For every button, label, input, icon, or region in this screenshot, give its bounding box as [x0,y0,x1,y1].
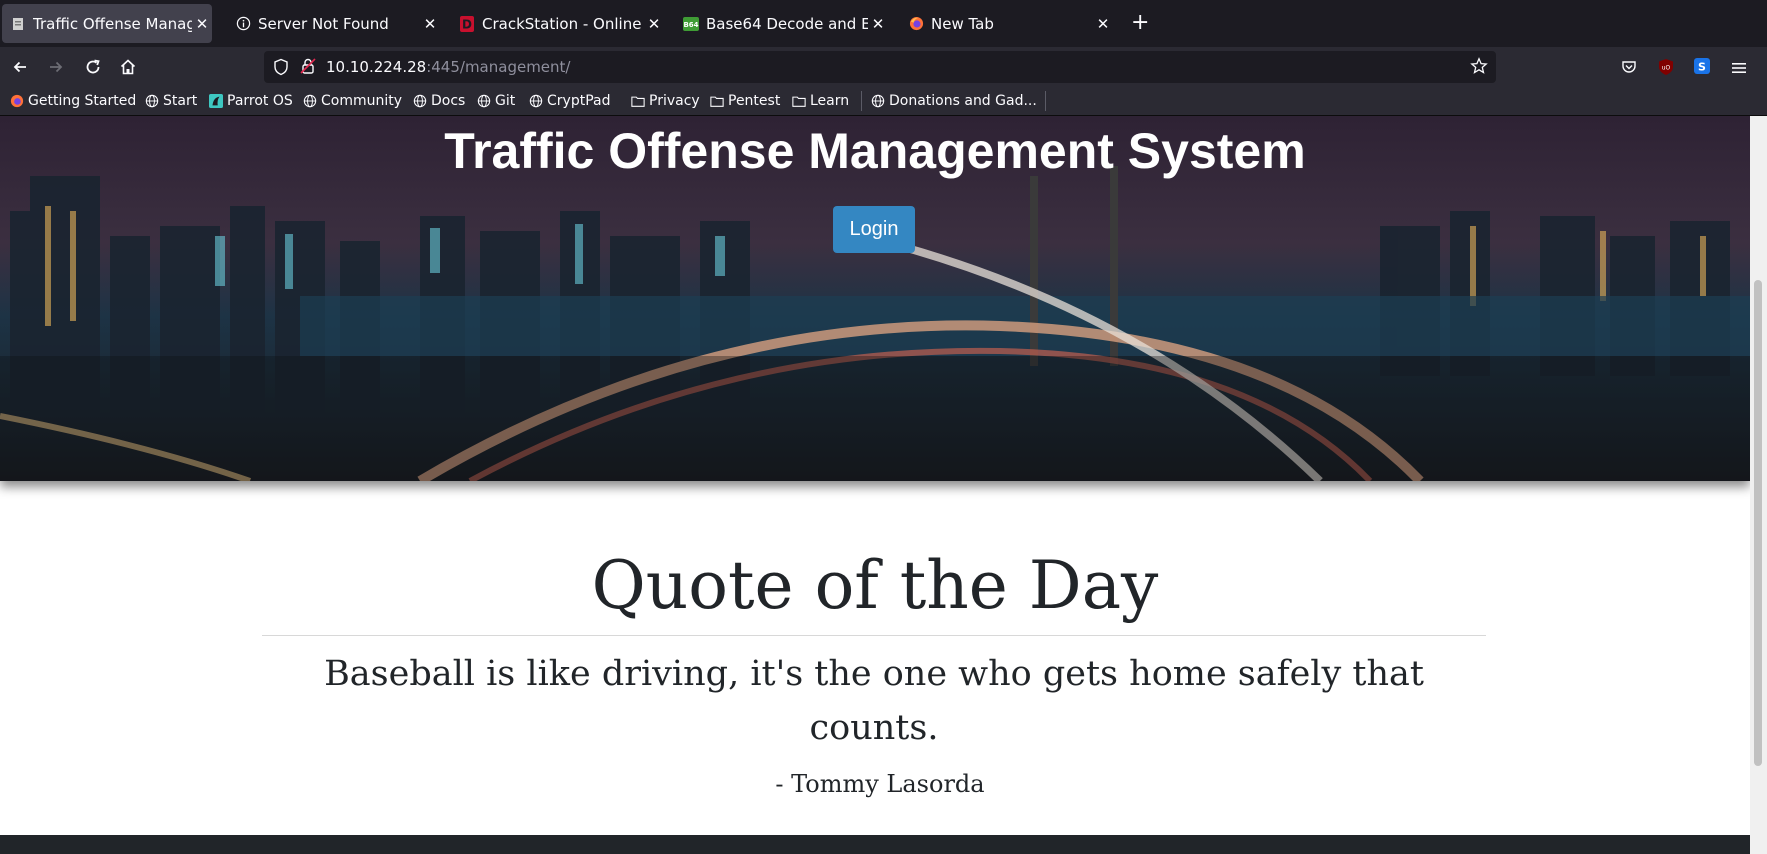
bookmark-label: Privacy [649,93,700,109]
tab-title: Server Not Found [258,14,389,33]
bookmark-folder-pentest[interactable]: Pentest [710,91,780,111]
firefox-icon [10,94,24,108]
bookmark-community[interactable]: Community [303,91,402,111]
crackstation-favicon-icon: D [459,15,475,32]
bookmarks-toolbar: Getting Started Start Parrot OS Communit… [0,87,1767,116]
tab-title: New Tab [931,14,994,33]
bookmark-git[interactable]: Git [477,91,515,111]
tab-title: Base64 Decode and Enc [706,14,868,33]
globe-icon [477,94,491,108]
home-button[interactable] [116,55,140,79]
globe-icon [145,94,159,108]
home-icon [120,59,136,75]
url-host: 10.10.224.28 [326,58,427,76]
tab-server-not-found[interactable]: Server Not Found ✕ [227,4,440,43]
close-tab-icon[interactable]: ✕ [1093,15,1113,33]
svg-text:B64: B64 [683,21,698,29]
close-tab-icon[interactable]: ✕ [420,15,440,33]
close-tab-icon[interactable]: ✕ [192,15,212,33]
bookmark-docs[interactable]: Docs [413,91,465,111]
globe-icon [871,94,885,108]
bookmark-cryptpad[interactable]: CryptPad [529,91,610,111]
page-title: Traffic Offense Management System [444,123,1306,179]
back-button[interactable] [8,55,32,79]
bookmark-label: Community [321,93,403,109]
bookmark-donations[interactable]: Donations and Gad... [871,91,1037,111]
divider [262,635,1486,636]
bookmark-parrot-os[interactable]: Parrot OS [209,91,293,111]
login-button[interactable]: Login [833,206,915,253]
bookmark-folder-privacy[interactable]: Privacy [631,91,700,111]
quote-heading: Quote of the Day [591,547,1159,624]
bookmark-label: Docs [431,93,466,109]
reload-icon [86,59,100,74]
svg-text:D: D [462,17,472,31]
tab-new-tab[interactable]: New Tab ✕ [900,4,1113,43]
forward-button[interactable] [44,55,68,79]
globe-icon [529,94,543,108]
reload-button[interactable] [81,55,105,79]
quote-text: Baseball is like driving, it's the one w… [324,654,1424,748]
bookmark-label: Parrot OS [227,93,293,109]
bookmark-label: Git [495,93,516,109]
bookmark-label: CryptPad [547,93,611,109]
folder-icon [792,94,806,108]
bookmark-label: Learn [810,93,850,109]
tab-traffic-offense[interactable]: Traffic Offense Managem ✕ [2,4,212,43]
bookmark-folder-learn[interactable]: Learn [792,91,849,111]
parrot-icon [209,94,223,108]
info-icon [235,16,251,32]
bookmark-label: Getting Started [28,93,137,109]
folder-icon [631,94,645,108]
shield-icon[interactable] [273,58,289,80]
tab-title: Traffic Offense Managem [33,14,192,33]
bookmark-getting-started[interactable]: Getting Started [10,91,136,111]
quote-author: - Tommy Lasorda [775,770,985,798]
web-page: Traffic Offense Management System Login … [0,116,1750,854]
globe-icon [413,94,427,108]
bookmark-start[interactable]: Start [145,91,197,111]
new-tab-button[interactable]: + [1131,12,1149,34]
hero-banner: Traffic Offense Management System Login [0,116,1750,481]
ublock-origin-icon[interactable]: uO [1658,58,1674,80]
bookmark-label: Start [163,93,198,109]
back-arrow-icon [13,61,26,73]
bookmark-separator [861,91,862,111]
scrollbar-thumb[interactable] [1754,280,1762,766]
tab-strip: Traffic Offense Managem ✕ Server Not Fou… [0,0,1767,47]
globe-icon [303,94,317,108]
svg-text:S: S [1698,61,1706,74]
navigation-toolbar: 10.10.224.28:445/management/ uO S [0,47,1767,87]
bookmark-label: Donations and Gad... [889,93,1037,109]
tab-crackstation[interactable]: D CrackStation - Online Pas ✕ [451,4,664,43]
pocket-icon[interactable] [1621,59,1637,79]
extension-s-icon[interactable]: S [1694,58,1710,78]
bookmark-star-icon[interactable] [1470,57,1488,79]
document-favicon-icon [10,16,26,32]
forward-arrow-icon [50,61,63,73]
page-footer [0,835,1750,854]
url-text[interactable]: 10.10.224.28:445/management/ [326,58,570,76]
tab-title: CrackStation - Online Pas [482,14,644,33]
url-bar[interactable]: 10.10.224.28:445/management/ [264,51,1496,83]
close-tab-icon[interactable]: ✕ [868,15,888,33]
url-path: :445/management/ [426,58,571,76]
bookmark-separator [1045,91,1046,111]
close-tab-icon[interactable]: ✕ [644,15,664,33]
insecure-lock-icon[interactable] [300,57,316,79]
bookmark-label: Pentest [728,93,781,109]
firefox-icon [908,16,924,32]
page-scrollbar[interactable] [1750,116,1767,854]
svg-text:uO: uO [1662,65,1671,72]
base64-favicon-icon: B64 [683,16,699,32]
tab-base64[interactable]: B64 Base64 Decode and Enc ✕ [675,4,888,43]
folder-icon [710,94,724,108]
menu-hamburger-icon[interactable] [1731,60,1747,79]
